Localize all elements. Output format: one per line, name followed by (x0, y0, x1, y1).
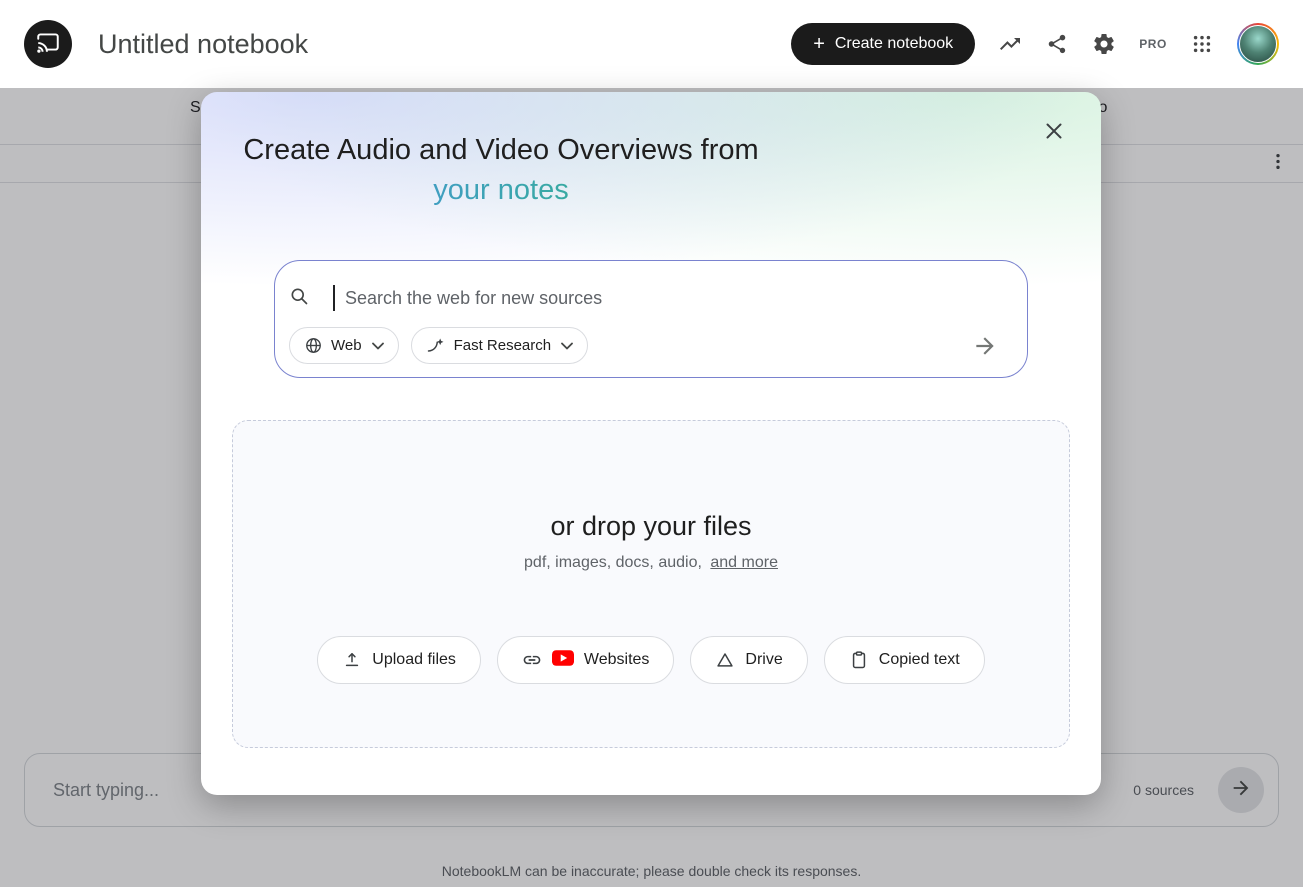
globe-icon (304, 336, 323, 355)
analytics-icon[interactable] (998, 32, 1022, 56)
dropzone-subtext: pdf, images, docs, audio, and more (233, 554, 1069, 572)
upload-files-label: Upload files (372, 651, 456, 669)
cast-waves-icon (35, 29, 61, 60)
drive-button[interactable]: Drive (690, 636, 807, 684)
youtube-icon (552, 650, 574, 671)
file-dropzone[interactable]: or drop your files pdf, images, docs, au… (232, 420, 1070, 748)
modal-title-line1: Create Audio and Video Overviews from (201, 130, 801, 170)
header-left: Untitled notebook (24, 20, 308, 68)
dropzone-buttons: Upload files Websites Drive (233, 636, 1069, 684)
search-options-row: Web Fast Research (289, 327, 1007, 364)
modal-title: Create Audio and Video Overviews from yo… (201, 130, 801, 210)
plus-icon: + (813, 34, 825, 54)
and-more-link[interactable]: and more (710, 554, 778, 571)
search-box: Web Fast Research (274, 260, 1028, 378)
create-sources-modal: Create Audio and Video Overviews from yo… (201, 92, 1101, 795)
fast-research-icon (426, 336, 446, 356)
drive-icon (715, 650, 735, 670)
research-dropdown-label: Fast Research (454, 337, 552, 354)
avatar-image (1239, 25, 1277, 63)
copied-text-button[interactable]: Copied text (824, 636, 985, 684)
clipboard-icon (849, 650, 869, 670)
notebook-title[interactable]: Untitled notebook (98, 29, 308, 60)
avatar[interactable] (1237, 23, 1279, 65)
share-icon[interactable] (1045, 32, 1069, 56)
header-right: + Create notebook PRO (791, 23, 1279, 65)
search-input[interactable] (345, 288, 1007, 309)
close-icon[interactable] (1041, 118, 1069, 146)
search-icon (289, 286, 309, 311)
upload-icon (342, 650, 362, 670)
websites-label: Websites (584, 651, 650, 669)
text-caret (333, 285, 335, 311)
websites-button[interactable]: Websites (497, 636, 675, 684)
upload-files-button[interactable]: Upload files (317, 636, 481, 684)
chevron-down-icon (561, 342, 573, 350)
copied-text-label: Copied text (879, 651, 960, 669)
create-notebook-button[interactable]: + Create notebook (791, 23, 975, 65)
research-mode-dropdown[interactable]: Fast Research (411, 327, 589, 364)
create-notebook-label: Create notebook (835, 35, 953, 53)
notebooklm-logo[interactable] (24, 20, 72, 68)
submit-arrow-icon[interactable] (971, 332, 999, 360)
chevron-down-icon (372, 342, 384, 350)
settings-gear-icon[interactable] (1092, 32, 1116, 56)
search-row (289, 279, 1007, 317)
modal-title-line2: your notes (201, 170, 801, 210)
web-source-dropdown[interactable]: Web (289, 327, 399, 364)
link-icon (522, 650, 542, 670)
app-header: Untitled notebook + Create notebook PRO (0, 0, 1303, 88)
drive-label: Drive (745, 651, 782, 669)
pro-badge: PRO (1139, 37, 1167, 51)
dropzone-heading: or drop your files (233, 511, 1069, 542)
apps-grid-icon[interactable] (1190, 32, 1214, 56)
web-dropdown-label: Web (331, 337, 362, 354)
file-types-text: pdf, images, docs, audio, (524, 554, 702, 571)
